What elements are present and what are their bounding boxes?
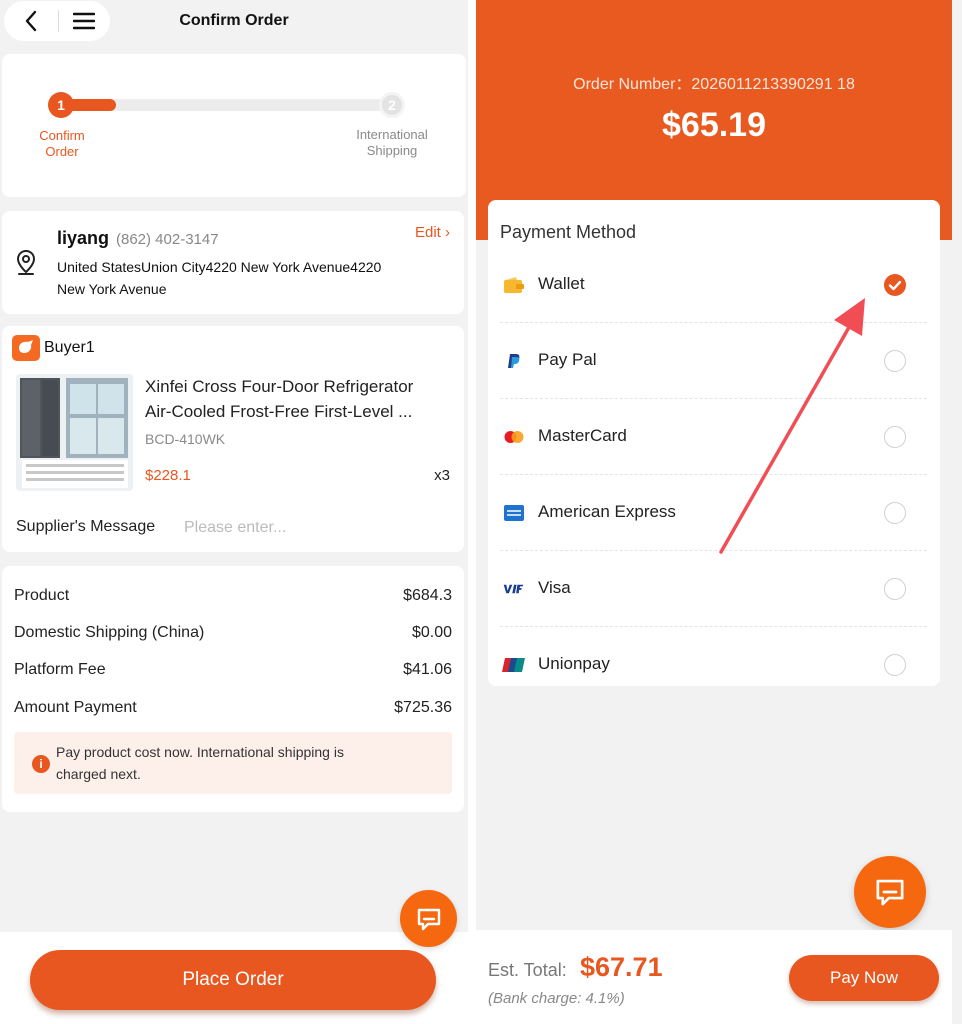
checkmark-icon: [888, 280, 902, 291]
payment-option-label: American Express: [538, 502, 676, 521]
radio-unselected[interactable]: [884, 502, 906, 524]
paypal-icon: [502, 351, 526, 371]
bank-charge-note: (Bank charge: 4.1%): [488, 990, 625, 1007]
top-bar: Confirm Order: [0, 0, 468, 44]
payment-option-american-express[interactable]: American Express: [500, 475, 927, 551]
shop-logo-icon: [12, 335, 40, 361]
edit-label: Edit: [414, 224, 441, 241]
chat-icon: [417, 908, 440, 930]
amex-icon: [502, 503, 526, 523]
payment-option-label: Wallet: [538, 274, 585, 293]
mastercard-icon: [502, 427, 526, 447]
progress-steps: 1 2 Confirm Order International Shipping: [2, 54, 466, 197]
radio-unselected[interactable]: [884, 426, 906, 448]
summary-row-domestic-shipping: Domestic Shipping (China) $0.00: [14, 624, 452, 642]
summary-label: Domestic Shipping (China): [14, 624, 205, 641]
product-title[interactable]: Xinfei Cross Four-Door Refrigerator Air-…: [145, 374, 455, 424]
place-order-button[interactable]: Place Order: [30, 950, 436, 1010]
chat-icon: [876, 879, 904, 906]
order-item-card: Buyer1 Xinfei Cross Four-Door Refrigerat…: [2, 326, 464, 552]
edit-address-link[interactable]: Edit ›: [415, 224, 450, 241]
chevron-right-icon: ›: [445, 224, 450, 241]
payment-option-unionpay[interactable]: Unionpay: [500, 627, 927, 703]
radio-selected[interactable]: [884, 274, 906, 296]
summary-label: Amount Payment: [14, 699, 137, 716]
payment-bottom-bar: Est. Total: $67.71 (Bank charge: 4.1%) P…: [476, 930, 952, 1024]
notice-line-2: charged next.: [56, 766, 141, 782]
step-2-label: International Shipping: [356, 127, 428, 158]
price-summary-card: Product $684.3 Domestic Shipping (China) $…: [2, 566, 464, 812]
payment-option-visa[interactable]: Visa: [500, 551, 927, 627]
address-line-1: United StatesUnion City4220 New York Ave…: [57, 259, 382, 275]
screen: Confirm Order 1 2 Confirm Order Internat…: [0, 0, 962, 1024]
payment-option-label: Unionpay: [538, 654, 610, 673]
summary-value: $0.00: [411, 624, 452, 641]
info-icon: i: [32, 755, 50, 773]
est-total-value: $67.71: [580, 952, 663, 982]
wallet-icon: [502, 275, 526, 295]
unionpay-icon: [502, 655, 526, 675]
summary-row-platform-fee: Platform Fee $41.06: [14, 661, 452, 679]
summary-row-amount-payment: Amount Payment $725.36: [14, 699, 452, 717]
summary-row-product: Product $684.3: [14, 587, 452, 605]
summary-value: $684.3: [403, 587, 452, 604]
supplier-message-label: Supplier's Message: [16, 518, 156, 535]
shipping-address-card[interactable]: liyang (862) 402-3147 Edit › United Stat…: [2, 211, 464, 314]
radio-unselected[interactable]: [884, 578, 906, 600]
visa-icon: [502, 579, 526, 599]
step-2-number: 2: [379, 92, 405, 118]
product-quantity: x3: [434, 467, 450, 484]
payment-method-card: Payment Method Wallet Pay Pal MasterCard…: [488, 200, 940, 686]
shop-name: Buyer1: [44, 339, 95, 356]
payment-option-label: Visa: [538, 578, 571, 597]
payment-amount: $65.19: [662, 106, 766, 144]
page-title: Confirm Order: [179, 12, 289, 29]
product-title-line-2: Air-Cooled Frost-Free First-Level ...: [145, 402, 413, 421]
notice-text: Pay product cost now. International ship…: [56, 741, 416, 785]
radio-unselected[interactable]: [884, 654, 906, 676]
notice-line-1: Pay product cost now. International ship…: [56, 744, 344, 760]
payment-option-paypal[interactable]: Pay Pal: [500, 323, 927, 399]
chat-button[interactable]: [400, 890, 457, 947]
summary-value: $41.06: [403, 661, 452, 678]
payment-option-wallet[interactable]: Wallet: [500, 247, 927, 323]
confirm-order-panel: Confirm Order 1 2 Confirm Order Internat…: [0, 0, 468, 1024]
payment-method-title: Payment Method: [500, 222, 637, 242]
product-title-line-1: Xinfei Cross Four-Door Refrigerator: [145, 377, 414, 396]
summary-value: $725.36: [394, 699, 452, 716]
payment-notice: i Pay product cost now. International sh…: [14, 732, 452, 794]
product-sku: BCD-410WK: [145, 431, 226, 447]
location-pin-icon: [14, 249, 38, 282]
product-price: $228.1: [145, 467, 191, 484]
supplier-message-input[interactable]: [184, 516, 454, 540]
order-number: Order Number：2026011213390291 18: [573, 76, 855, 93]
summary-label: Platform Fee: [14, 661, 106, 678]
payment-panel: Order Number：2026011213390291 18 $65.19 …: [476, 0, 962, 1024]
step-1-label: Confirm Order: [39, 128, 85, 159]
payment-option-label: Pay Pal: [538, 350, 597, 369]
product-image[interactable]: [16, 374, 133, 491]
recipient-phone: (862) 402-3147: [116, 231, 219, 248]
radio-unselected[interactable]: [884, 350, 906, 372]
recipient-name: liyang: [57, 228, 110, 248]
est-total-label: Est. Total:: [488, 960, 567, 980]
address-line-2: New York Avenue: [57, 281, 167, 297]
chat-button[interactable]: [854, 856, 926, 928]
step-1-number: 1: [48, 92, 74, 118]
pay-now-button[interactable]: Pay Now: [789, 955, 939, 1001]
payment-option-label: MasterCard: [538, 426, 627, 445]
payment-option-mastercard[interactable]: MasterCard: [500, 399, 927, 475]
summary-label: Product: [14, 587, 70, 604]
